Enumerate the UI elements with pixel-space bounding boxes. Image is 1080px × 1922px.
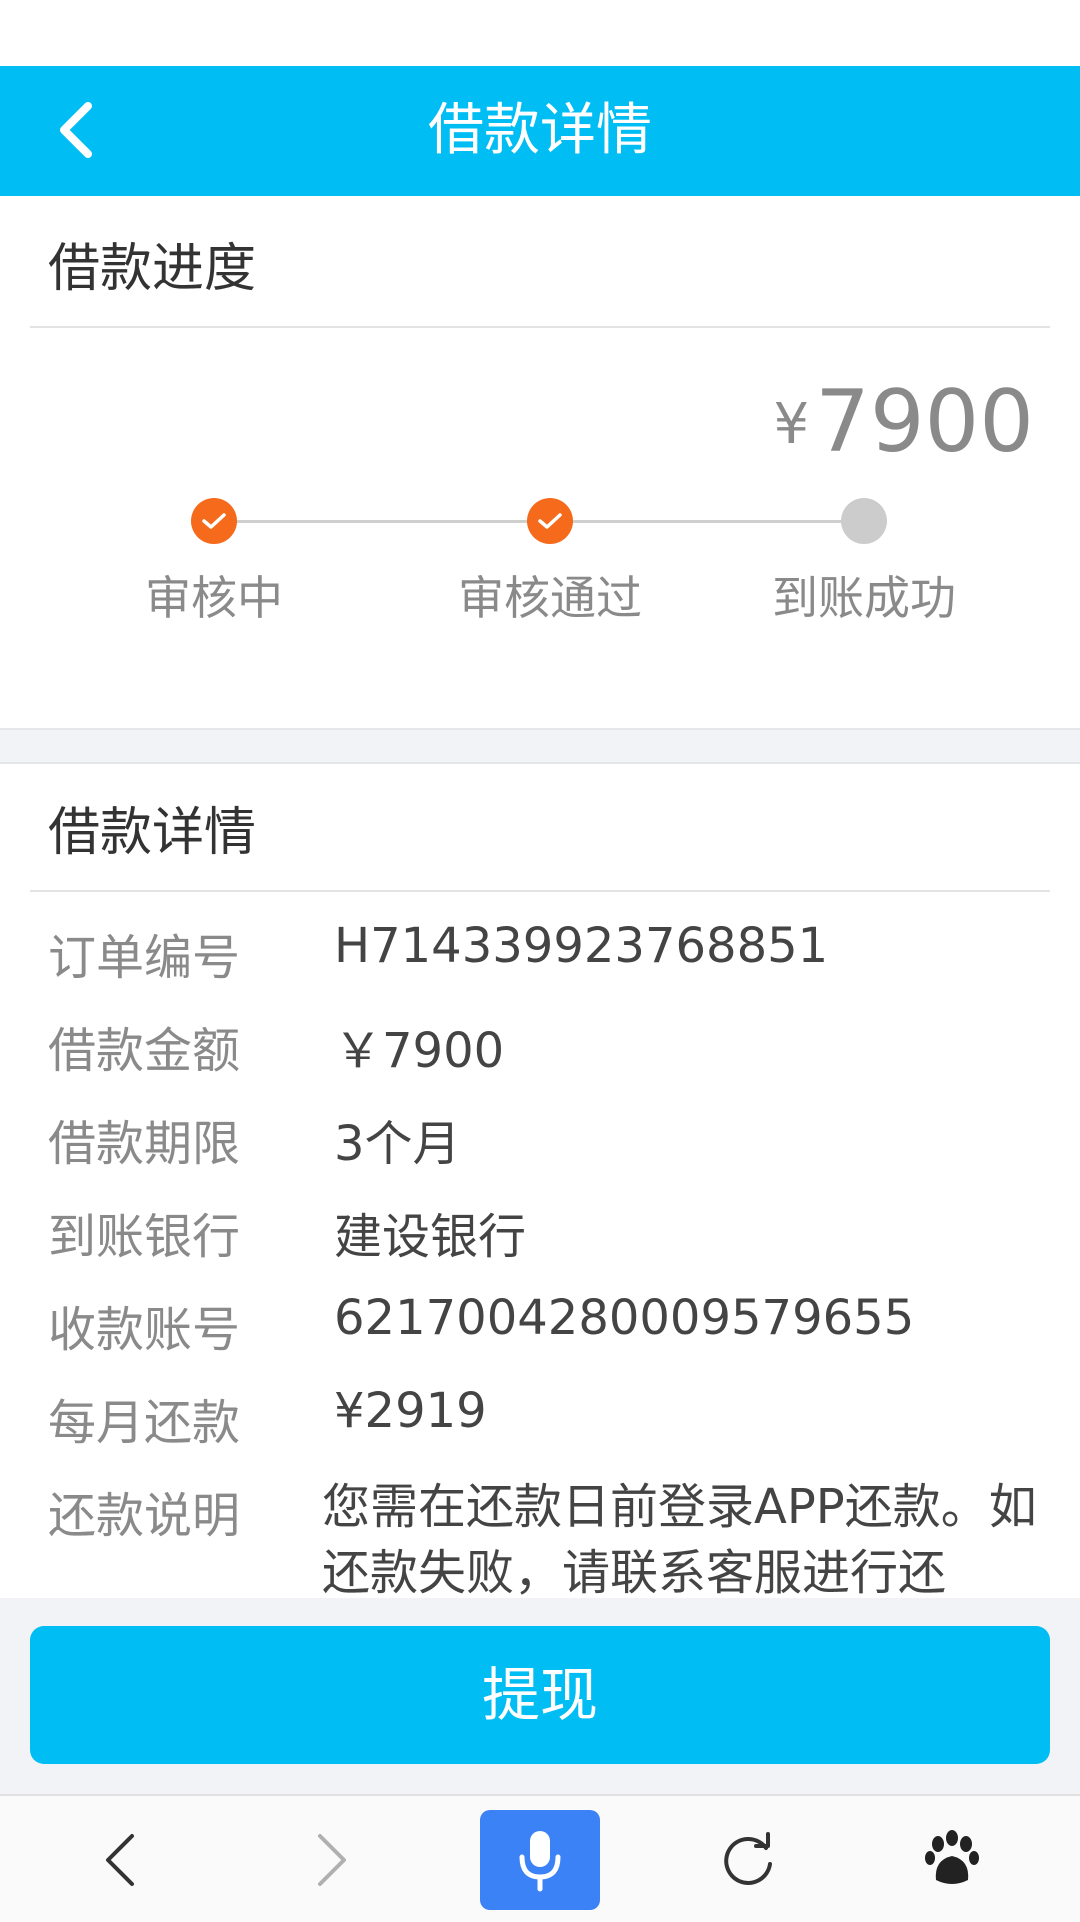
- repayment-note-label: 还款说明: [48, 1488, 241, 1544]
- account-number-value: 6217004280009579655: [334, 1290, 915, 1346]
- withdraw-button[interactable]: 提现: [30, 1626, 1050, 1764]
- microphone-icon: [519, 1831, 561, 1892]
- app-bar: 借款详情: [0, 66, 1080, 196]
- divider: [30, 326, 1050, 328]
- nav-back-button[interactable]: [60, 1810, 180, 1910]
- repayment-note-text: 您需在还款日前登录APP还款。如还款失败，请联系客服进行还: [322, 1479, 1037, 1600]
- step-3-pending-dot: [841, 498, 887, 544]
- back-arrow-icon: [106, 1834, 134, 1886]
- details-section-title: 借款详情: [48, 803, 257, 863]
- baidu-home-button[interactable]: [892, 1810, 1012, 1910]
- account-number-label: 收款账号: [48, 1302, 241, 1358]
- loan-amount: ¥7900: [773, 372, 1034, 475]
- step-label-approved: 审核通过: [458, 571, 642, 625]
- bank-value: 建设银行: [334, 1209, 527, 1265]
- refresh-button[interactable]: [688, 1810, 808, 1910]
- loan-amount-value: ￥7900: [334, 1023, 505, 1079]
- loan-amount-label: 借款金额: [48, 1023, 241, 1079]
- step-label-received: 到账成功: [772, 571, 956, 625]
- status-bar: [0, 0, 1080, 66]
- page-title: 借款详情: [428, 98, 652, 163]
- amount-value: 7900: [815, 372, 1034, 472]
- progress-section-title: 借款进度: [48, 239, 257, 299]
- voice-search-button[interactable]: [480, 1810, 600, 1910]
- order-number-label: 订单编号: [48, 930, 241, 986]
- section-gap: [0, 728, 1080, 764]
- baidu-paw-icon: [925, 1830, 979, 1884]
- monthly-repayment-label: 每月还款: [48, 1395, 241, 1451]
- refresh-icon: [724, 1832, 772, 1885]
- monthly-repayment-value: ¥2919: [334, 1383, 487, 1439]
- forward-arrow-icon: [318, 1834, 346, 1886]
- bank-label: 到账银行: [48, 1209, 241, 1265]
- browser-nav-bar: [0, 1794, 1080, 1922]
- currency-symbol: ¥: [773, 392, 810, 457]
- nav-forward-button[interactable]: [272, 1810, 392, 1910]
- step-label-reviewing: 审核中: [145, 571, 283, 625]
- order-number-value: H714339923768851: [334, 918, 829, 974]
- step-1-check-icon: [191, 498, 237, 544]
- loan-term-value: 3个月: [334, 1116, 461, 1172]
- loan-term-label: 借款期限: [48, 1116, 241, 1172]
- divider: [30, 890, 1050, 892]
- step-2-check-icon: [527, 498, 573, 544]
